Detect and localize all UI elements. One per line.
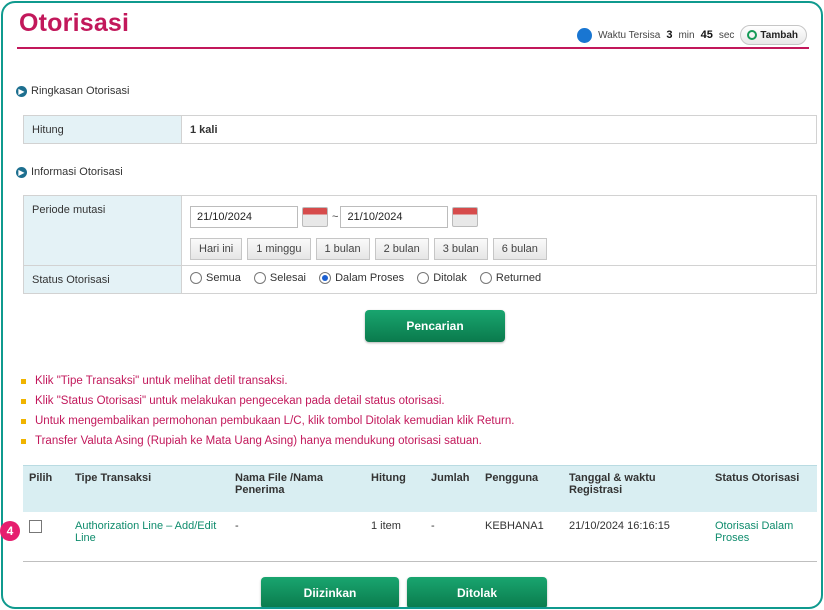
authorization-status-link[interactable]: Otorisasi Dalam Proses	[715, 520, 793, 544]
info-heading: ▶ Informasi Otorisasi	[16, 166, 123, 178]
range-1-week-button[interactable]: 1 minggu	[247, 238, 311, 260]
period-label: Periode mutasi	[23, 195, 182, 266]
note-item: Transfer Valuta Asing (Rupiah ke Mata Ua…	[21, 431, 811, 451]
range-1-month-button[interactable]: 1 bulan	[315, 238, 370, 260]
authorization-table: Pilih Tipe Transaksi Nama File /Nama Pen…	[23, 465, 817, 562]
count-label: Hitung	[23, 115, 182, 144]
app-frame: Otorisasi Waktu Tersisa 3 min 45 sec Tam…	[1, 1, 823, 609]
clock-icon	[747, 30, 758, 40]
status-option-rejected[interactable]: Ditolak	[417, 272, 467, 284]
arrow-circle-icon: ▶	[16, 166, 27, 178]
search-form: Periode mutasi 21/10/2024 ~ 21/10/2024 H…	[23, 195, 817, 294]
range-2-month-button[interactable]: 2 bulan	[374, 238, 429, 260]
col-file-name: Nama File /Nama Penerima	[229, 465, 365, 512]
row-status: Otorisasi Dalam Proses	[709, 511, 817, 562]
timer-minutes: 3	[666, 29, 673, 41]
note-item: Untuk mengembalikan permohonan pembukaan…	[21, 411, 811, 431]
title-divider	[17, 47, 809, 49]
timer-seconds: 45	[700, 29, 713, 41]
bullet-square-icon	[21, 398, 26, 404]
timer-prefix: Waktu Tersisa	[598, 29, 661, 41]
bullet-square-icon	[21, 438, 26, 444]
radio-label: Ditolak	[433, 272, 467, 284]
col-amount: Jumlah	[425, 465, 479, 512]
row-amount: -	[425, 511, 479, 562]
note-text: Transfer Valuta Asing (Rupiah ke Mata Ua…	[35, 435, 482, 447]
row-file-name: -	[229, 511, 365, 562]
radio-button[interactable]	[479, 272, 492, 284]
radio-button[interactable]	[190, 272, 202, 284]
col-user: Pengguna	[479, 465, 563, 512]
approve-button[interactable]: Diizinkan	[261, 577, 399, 607]
calendar-icon[interactable]	[452, 207, 479, 227]
note-text: Untuk mengembalikan permohonan pembukaan…	[35, 415, 515, 427]
row-checkbox[interactable]	[29, 519, 42, 533]
range-3-month-button[interactable]: 3 bulan	[433, 238, 488, 260]
range-today-button[interactable]: Hari ini	[190, 238, 243, 260]
note-text: Klik "Status Otorisasi" untuk melakukan …	[35, 395, 445, 407]
status-option-in-process[interactable]: Dalam Proses	[319, 272, 404, 284]
notes-list: Klik "Tipe Transaksi" untuk melihat deti…	[21, 371, 811, 451]
timer-sec-unit: sec	[718, 29, 735, 41]
search-button[interactable]: Pencarian	[365, 310, 505, 342]
col-count: Hitung	[365, 465, 425, 512]
bullet-square-icon	[21, 418, 26, 424]
table-header-row: Pilih Tipe Transaksi Nama File /Nama Pen…	[23, 465, 817, 512]
step-number-badge: 4	[0, 521, 20, 541]
radio-button-selected[interactable]	[319, 272, 332, 284]
row-count: 1 item	[365, 511, 425, 562]
col-authorization-status: Status Otorisasi	[709, 465, 817, 512]
radio-button[interactable]	[417, 272, 430, 284]
row-transaction-type: Authorization Line – Add/Edit Line	[69, 511, 229, 562]
page-title: Otorisasi	[19, 9, 130, 37]
radio-label: Semua	[206, 272, 241, 284]
note-item: Klik "Tipe Transaksi" untuk melihat deti…	[21, 371, 811, 391]
status-radio-group: Semua Selesai Dalam Proses Ditolak Retur…	[181, 265, 817, 294]
status-option-returned[interactable]: Returned	[479, 272, 542, 284]
status-label: Status Otorisasi	[23, 265, 182, 294]
page-header: Otorisasi Waktu Tersisa 3 min 45 sec Tam…	[3, 3, 821, 55]
period-field: 21/10/2024 ~ 21/10/2024 Hari ini 1 mingg…	[181, 195, 817, 266]
calendar-icon[interactable]	[302, 207, 328, 227]
status-option-done[interactable]: Selesai	[253, 272, 306, 284]
radio-label: Returned	[495, 272, 542, 284]
col-select: Pilih	[23, 465, 69, 512]
extend-session-button[interactable]: Tambah	[740, 25, 807, 45]
date-from-input[interactable]: 21/10/2024	[190, 206, 298, 228]
note-text: Klik "Tipe Transaksi" untuk melihat deti…	[35, 375, 288, 387]
summary-heading: ▶ Ringkasan Otorisasi	[16, 85, 129, 97]
note-item: Klik "Status Otorisasi" untuk melakukan …	[21, 391, 811, 411]
summary-table: Hitung 1 kali	[23, 115, 817, 144]
radio-label: Selesai	[269, 272, 306, 284]
row-datetime: 21/10/2024 16:16:15	[563, 511, 709, 562]
transaction-type-link[interactable]: Authorization Line – Add/Edit Line	[75, 520, 216, 544]
range-6-month-button[interactable]: 6 bulan	[492, 238, 547, 260]
info-heading-text: Informasi Otorisasi	[31, 166, 123, 178]
table-row: Authorization Line – Add/Edit Line - 1 i…	[23, 511, 817, 562]
date-separator: ~	[332, 211, 339, 223]
col-registration-datetime: Tanggal & waktu Registrasi	[563, 465, 709, 512]
col-transaction-type: Tipe Transaksi	[69, 465, 229, 512]
count-value: 1 kali	[181, 115, 817, 144]
row-select-cell	[23, 511, 69, 562]
timer-icon	[577, 27, 593, 43]
session-timer: Waktu Tersisa 3 min 45 sec Tambah	[577, 23, 807, 47]
radio-button[interactable]	[253, 272, 266, 284]
radio-label: Dalam Proses	[335, 272, 405, 284]
timer-min-unit: min	[678, 29, 695, 41]
status-option-all[interactable]: Semua	[190, 272, 241, 284]
date-to-input[interactable]: 21/10/2024	[340, 206, 449, 228]
extend-session-label: Tambah	[760, 29, 798, 41]
summary-heading-text: Ringkasan Otorisasi	[31, 85, 130, 97]
arrow-circle-icon: ▶	[16, 85, 27, 97]
reject-button[interactable]: Ditolak	[407, 577, 547, 607]
row-user: KEBHANA1	[479, 511, 563, 562]
bullet-square-icon	[21, 378, 26, 384]
